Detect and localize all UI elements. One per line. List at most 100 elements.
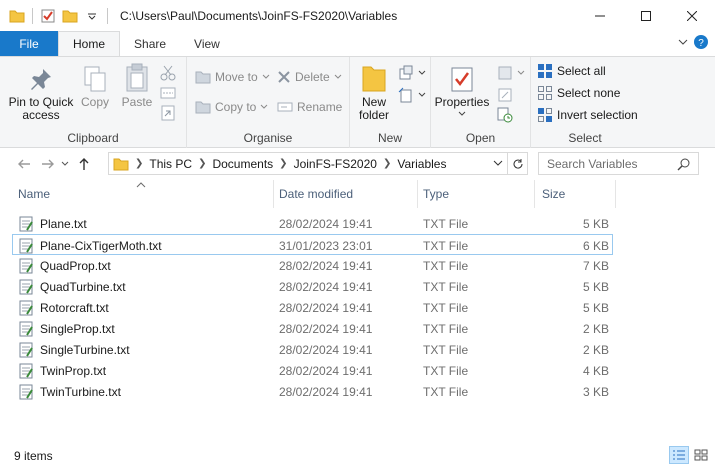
text-file-icon — [19, 216, 33, 231]
properties-label: Properties — [434, 95, 490, 109]
breadcrumb-joinfs[interactable]: JoinFS-FS2020 — [294, 157, 377, 171]
column-size-label: Size — [542, 187, 566, 201]
quick-access-toolbar — [0, 0, 112, 31]
address-history-chevron-icon[interactable] — [493, 159, 503, 167]
organise-group: Move to Copy to Delete Rename Organise — [187, 57, 350, 148]
up-arrow-icon[interactable] — [74, 154, 94, 174]
tab-home[interactable]: Home — [58, 31, 121, 56]
refresh-icon[interactable] — [507, 153, 527, 174]
breadcrumb-this-pc[interactable]: This PC — [149, 157, 192, 171]
copy-path-icon[interactable] — [160, 83, 176, 103]
delete-label: Delete — [295, 70, 330, 84]
file-name: Plane.txt — [40, 216, 87, 231]
column-header-date[interactable]: Date modified — [273, 180, 418, 208]
new-folder-button[interactable]: New folder — [354, 63, 394, 122]
select-group: Select all Select none Invert selection … — [531, 57, 639, 148]
copy-to-button[interactable]: Copy to — [195, 97, 268, 117]
file-row[interactable]: QuadProp.txt 28/02/2024 19:41 TXT File 7… — [0, 255, 715, 276]
tab-share[interactable]: Share — [120, 31, 180, 56]
text-file-icon — [19, 300, 33, 315]
file-name: QuadTurbine.txt — [40, 279, 126, 294]
file-name: SingleTurbine.txt — [40, 342, 130, 357]
breadcrumb-variables[interactable]: Variables — [397, 157, 446, 171]
address-bar[interactable]: ❯ This PC ❯ Documents ❯ JoinFS-FS2020 ❯ … — [108, 152, 528, 175]
file-name-cell: TwinTurbine.txt — [18, 381, 121, 402]
minimize-button[interactable] — [577, 0, 623, 31]
chevron-right-icon[interactable]: ❯ — [383, 158, 391, 169]
paste-label: Paste — [121, 95, 153, 109]
file-name-cell: Rotorcraft.txt — [18, 297, 109, 318]
customize-toolbar-chevron-icon[interactable] — [81, 5, 103, 27]
new-group: New folder New — [350, 57, 431, 148]
tab-file[interactable]: File — [0, 31, 58, 56]
rename-button[interactable]: Rename — [277, 97, 342, 117]
tab-view[interactable]: View — [180, 31, 234, 56]
title-bar: C:\Users\Paul\Documents\JoinFS-FS2020\Va… — [0, 0, 715, 31]
select-none-button[interactable]: Select none — [537, 83, 620, 103]
recent-locations-chevron-icon[interactable] — [58, 154, 72, 174]
file-row[interactable]: TwinProp.txt 28/02/2024 19:41 TXT File 4… — [0, 360, 715, 381]
help-icon[interactable]: ? — [693, 34, 709, 53]
invert-selection-label: Invert selection — [557, 108, 638, 122]
status-bar: 9 items — [0, 444, 715, 468]
search-input[interactable]: Search Variables — [538, 152, 699, 175]
file-row[interactable]: Plane.txt 28/02/2024 19:41 TXT File 5 KB — [0, 213, 715, 234]
chevron-right-icon[interactable]: ❯ — [279, 158, 287, 169]
delete-button[interactable]: Delete — [277, 67, 342, 87]
file-row-selected[interactable]: Plane-CixTigerMoth.txt 31/01/2023 23:01 … — [12, 234, 613, 255]
close-button[interactable] — [669, 0, 715, 31]
breadcrumb-documents[interactable]: Documents — [212, 157, 273, 171]
file-type: TXT File — [423, 279, 469, 294]
file-date: 28/02/2024 19:41 — [279, 258, 373, 273]
forward-arrow-icon[interactable] — [38, 154, 58, 174]
search-placeholder: Search Variables — [547, 156, 638, 171]
file-date: 28/02/2024 19:41 — [279, 321, 373, 336]
pin-to-quick-access-button[interactable]: Pin to Quick access — [6, 63, 76, 122]
file-row[interactable]: QuadTurbine.txt 28/02/2024 19:41 TXT Fil… — [0, 276, 715, 297]
file-row[interactable]: Rotorcraft.txt 28/02/2024 19:41 TXT File… — [0, 297, 715, 318]
file-size: 6 KB — [582, 238, 609, 253]
maximize-button[interactable] — [623, 0, 669, 31]
properties-button[interactable]: Properties — [433, 63, 491, 117]
file-type: TXT File — [423, 258, 469, 273]
large-icons-view-icon[interactable] — [691, 446, 711, 464]
copy-icon — [83, 63, 107, 93]
new-folder-icon — [361, 63, 387, 93]
new-item-icon[interactable] — [398, 63, 426, 83]
file-row[interactable]: SingleProp.txt 28/02/2024 19:41 TXT File… — [0, 318, 715, 339]
file-name-cell: SingleProp.txt — [18, 318, 115, 339]
file-row[interactable]: SingleTurbine.txt 28/02/2024 19:41 TXT F… — [0, 339, 715, 360]
file-name-cell: Plane.txt — [18, 213, 87, 234]
details-view-icon[interactable] — [669, 446, 689, 464]
back-arrow-icon[interactable] — [14, 154, 34, 174]
file-date: 28/02/2024 19:41 — [279, 216, 373, 231]
paste-shortcut-icon[interactable] — [160, 103, 176, 123]
column-date-label: Date modified — [279, 187, 354, 201]
file-date: 28/02/2024 19:41 — [279, 279, 373, 294]
move-to-button[interactable]: Move to — [195, 67, 270, 87]
paste-button[interactable]: Paste — [118, 63, 156, 109]
file-name-cell: Plane-CixTigerMoth.txt — [18, 235, 162, 256]
open-group-label: Open — [465, 131, 496, 145]
invert-selection-button[interactable]: Invert selection — [537, 105, 638, 125]
file-size: 5 KB — [582, 279, 609, 294]
easy-access-icon[interactable] — [398, 85, 426, 105]
cut-icon[interactable] — [160, 63, 176, 83]
chevron-right-icon[interactable]: ❯ — [198, 158, 206, 169]
history-icon[interactable] — [497, 105, 513, 125]
open-icon[interactable] — [497, 63, 525, 83]
text-file-icon — [19, 258, 33, 273]
folder-icon — [6, 5, 28, 27]
properties-quick-button[interactable] — [37, 5, 59, 27]
edit-icon[interactable] — [497, 85, 513, 105]
divider — [107, 7, 108, 24]
column-header-type[interactable]: Type — [417, 180, 535, 208]
file-row[interactable]: TwinTurbine.txt 28/02/2024 19:41 TXT Fil… — [0, 381, 715, 402]
select-all-button[interactable]: Select all — [537, 61, 606, 81]
file-date: 28/02/2024 19:41 — [279, 300, 373, 315]
copy-button[interactable]: Copy — [78, 63, 112, 109]
expand-ribbon-chevron-icon[interactable] — [677, 36, 689, 51]
pin-label: Pin to Quick access — [8, 95, 74, 122]
column-header-size[interactable]: Size — [536, 180, 616, 208]
new-folder-quick-button[interactable] — [59, 5, 81, 27]
